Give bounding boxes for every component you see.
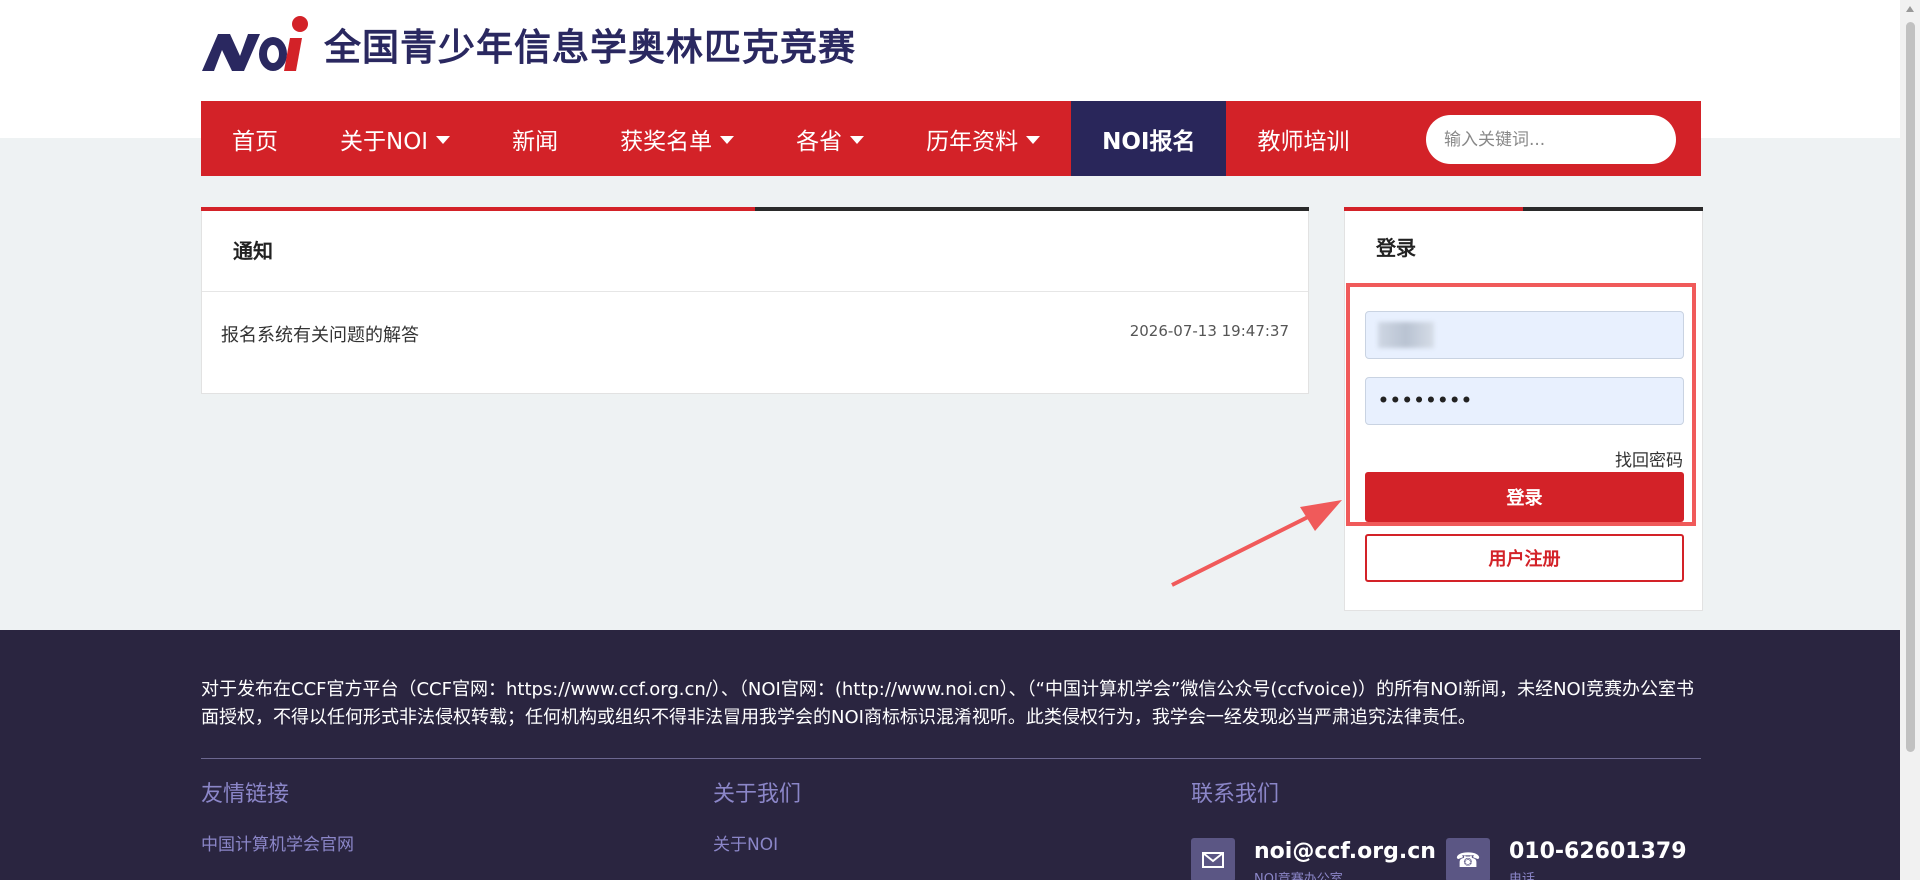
panel-accent-bar	[1344, 207, 1703, 211]
nav-item-registration[interactable]: NOI报名	[1071, 101, 1227, 176]
noi-logo-icon	[200, 14, 310, 74]
nav-label: 首页	[232, 128, 278, 155]
contact-email-label: NOI竞赛办公室	[1254, 872, 1343, 880]
nav-label: 各省	[796, 128, 843, 155]
search-box	[1426, 115, 1676, 164]
footer: 对于发布在CCF官方平台（CCF官网：https://www.ccf.org.c…	[0, 630, 1900, 880]
footer-link-about-noi[interactable]: 关于NOI	[713, 830, 778, 855]
nav-label: 新闻	[512, 128, 559, 155]
contact-phone: ☎ 010-62601379 电话	[1446, 838, 1687, 880]
nav-label: 获奖名单	[620, 128, 713, 155]
nav-label: 历年资料	[926, 128, 1019, 155]
site-logo[interactable]: 全国青少年信息学奥林匹克竞赛	[200, 14, 856, 74]
main-nav: 首页 关于NOI 新闻 获奖名单 各省 历年资料 NOI报名 教师培训	[201, 101, 1701, 176]
contact-phone-label: 电话	[1509, 872, 1536, 880]
login-panel-title: 登录	[1376, 235, 1416, 260]
register-button[interactable]: 用户注册	[1365, 534, 1684, 582]
nav-label: 关于NOI	[340, 128, 429, 155]
list-item[interactable]: 报名系统有关问题的解答 2026-07-13 19:47:37	[202, 292, 1308, 376]
notice-panel-title: 通知	[202, 208, 1308, 292]
nav-item-provinces[interactable]: 各省	[765, 101, 895, 176]
notice-item-title[interactable]: 报名系统有关问题的解答	[221, 321, 419, 347]
footer-contact-title: 联系我们	[1191, 782, 1280, 807]
scrollbar-thumb[interactable]	[1906, 22, 1915, 752]
annotation-highlight-box	[1346, 283, 1696, 526]
caret-down-icon	[850, 135, 865, 144]
nav-item-teacher-training[interactable]: 教师培训	[1226, 101, 1380, 176]
panel-accent-bar	[201, 207, 1309, 211]
nav-item-awards[interactable]: 获奖名单	[589, 101, 765, 176]
footer-link-ccf[interactable]: 中国计算机学会官网	[201, 830, 354, 855]
nav-item-news[interactable]: 新闻	[481, 101, 589, 176]
notice-panel: 通知 报名系统有关问题的解答 2026-07-13 19:47:37	[201, 207, 1309, 394]
vertical-scrollbar[interactable]	[1900, 0, 1920, 880]
caret-down-icon	[436, 135, 451, 144]
scroll-up-icon[interactable]	[1906, 6, 1914, 12]
contact-email-value[interactable]: noi@ccf.org.cn	[1254, 838, 1436, 866]
nav-item-about[interactable]: 关于NOI	[309, 101, 481, 176]
nav-item-archives[interactable]: 历年资料	[895, 101, 1071, 176]
caret-down-icon	[1026, 135, 1041, 144]
mail-icon	[1191, 838, 1235, 880]
contact-email: noi@ccf.org.cn NOI竞赛办公室	[1191, 838, 1436, 880]
footer-links-title: 友情链接	[201, 782, 290, 807]
caret-down-icon	[720, 135, 735, 144]
notice-item-time: 2026-07-13 19:47:37	[1129, 322, 1289, 340]
footer-about-title: 关于我们	[713, 782, 802, 807]
phone-icon: ☎	[1446, 838, 1490, 880]
footer-copyright-notice: 对于发布在CCF官方平台（CCF官网：https://www.ccf.org.c…	[201, 679, 1695, 728]
nav-label: 教师培训	[1257, 128, 1350, 155]
search-input[interactable]	[1444, 129, 1663, 150]
footer-divider	[201, 758, 1701, 759]
nav-item-home[interactable]: 首页	[201, 101, 309, 176]
nav-label: NOI报名	[1102, 128, 1196, 155]
site-title: 全国青少年信息学奥林匹克竞赛	[324, 26, 856, 69]
contact-phone-value: 010-62601379	[1509, 839, 1687, 864]
